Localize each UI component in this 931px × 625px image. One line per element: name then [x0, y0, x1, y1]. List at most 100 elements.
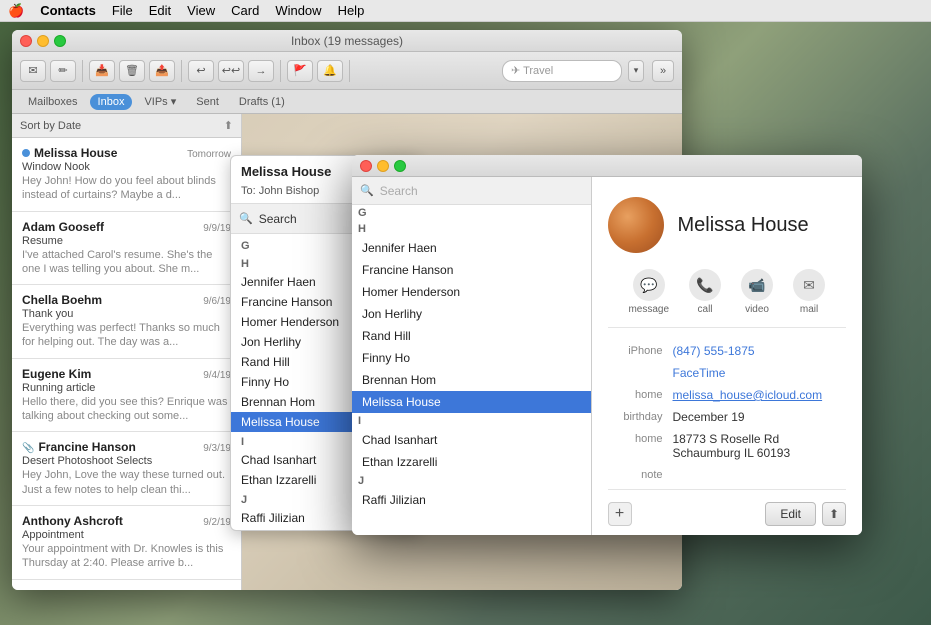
menu-file[interactable]: File: [112, 3, 133, 18]
address-line1: 18773 S Roselle Rd: [673, 432, 780, 446]
contacts-fullscreen-button[interactable]: [394, 160, 406, 172]
contacts-section-g: G: [352, 205, 591, 221]
contacts-item-jon-herlihy[interactable]: Jon Herlihy: [352, 303, 591, 325]
contact-footer: + Edit ⬆: [608, 489, 847, 526]
mail-item-melissa-house[interactable]: Melissa House Tomorrow Window Nook Hey J…: [12, 138, 241, 212]
edit-contact-button[interactable]: Edit: [765, 502, 816, 526]
note-label: note: [608, 468, 673, 481]
menu-card[interactable]: Card: [231, 3, 259, 18]
tab-mailboxes[interactable]: Mailboxes: [20, 94, 86, 110]
mail-date: 9/9/19: [203, 223, 231, 234]
mail-action[interactable]: ✉ mail: [793, 269, 825, 315]
mail-minimize-button[interactable]: [37, 35, 49, 47]
sender-name: Melissa House: [22, 146, 117, 160]
message-icon: 💬: [633, 269, 665, 301]
search-icon: 🔍: [239, 212, 253, 225]
contacts-item-melissa-house[interactable]: Melissa House: [352, 391, 591, 413]
contacts-section-j: J: [352, 473, 591, 489]
contacts-list-panel: 🔍 Search G H Jennifer Haen Francine Hans…: [352, 177, 592, 535]
contacts-item-francine-hanson[interactable]: Francine Hanson: [352, 259, 591, 281]
contacts-traffic-lights: [360, 160, 406, 172]
mail-item-adam-gooseff[interactable]: Adam Gooseff 9/9/19 Resume I've attached…: [12, 212, 241, 286]
mail-item-eliza-block[interactable]: Eliza Block 8/28/19: [12, 580, 241, 590]
menu-edit[interactable]: Edit: [149, 3, 171, 18]
email-value[interactable]: melissa_house@icloud.com: [673, 388, 847, 402]
menu-bar: 🍎 Contacts File Edit View Card Window He…: [0, 0, 931, 22]
notify-button[interactable]: 🔔: [317, 60, 343, 82]
toolbar-separator-4: [349, 60, 350, 82]
tab-vips[interactable]: VIPs ▾: [136, 93, 184, 110]
video-icon: 📹: [741, 269, 773, 301]
mail-item-francine-hanson[interactable]: 📎Francine Hanson 9/3/19 Desert Photoshoo…: [12, 432, 241, 506]
add-contact-button[interactable]: +: [608, 502, 632, 526]
phone-value[interactable]: (847) 555-1875: [673, 344, 847, 358]
move-button[interactable]: 📤: [149, 60, 175, 82]
mail-item-eugene-kim[interactable]: Eugene Kim 9/4/19 Running article Hello …: [12, 359, 241, 433]
mail-item-chella-boehm[interactable]: Chella Boehm 9/6/19 Thank you Everything…: [12, 285, 241, 359]
sender-name: Adam Gooseff: [22, 220, 104, 234]
menu-help[interactable]: Help: [338, 3, 365, 18]
reply-all-button[interactable]: ↩↩: [218, 60, 244, 82]
mail-traffic-lights: [20, 35, 66, 47]
call-icon: 📞: [689, 269, 721, 301]
sort-label[interactable]: Sort by Date: [20, 120, 81, 132]
compose-email-button[interactable]: ✉: [20, 60, 46, 82]
facetime-value[interactable]: FaceTime: [673, 366, 847, 380]
mail-preview: Everything was perfect! Thanks so much f…: [22, 321, 231, 350]
contacts-item-chad-isanhart[interactable]: Chad Isanhart: [352, 429, 591, 451]
menu-view[interactable]: View: [187, 3, 215, 18]
sender-name: Chella Boehm: [22, 293, 102, 307]
mail-preview: Hey John! How do you feel about blinds i…: [22, 174, 231, 203]
video-action[interactable]: 📹 video: [741, 269, 773, 315]
mail-titlebar: Inbox (19 messages): [12, 30, 682, 52]
contacts-item-homer-henderson[interactable]: Homer Henderson: [352, 281, 591, 303]
contact-detail-panel: Melissa House 💬 message 📞 call 📹 video ✉…: [592, 177, 863, 535]
mail-subject: Window Nook: [22, 161, 231, 173]
toolbar-overflow-button[interactable]: »: [652, 60, 674, 82]
email-row: home melissa_house@icloud.com: [608, 388, 847, 402]
address-row: home 18773 S Roselle Rd Schaumburg IL 60…: [608, 432, 847, 460]
contacts-item-finny-ho[interactable]: Finny Ho: [352, 347, 591, 369]
delete-button[interactable]: 🗑: [119, 60, 145, 82]
mail-date: 9/3/19: [203, 443, 231, 454]
contacts-minimize-button[interactable]: [377, 160, 389, 172]
mail-preview: I've attached Carol's resume. She's the …: [22, 248, 231, 277]
menu-contacts[interactable]: Contacts: [40, 3, 96, 18]
archive-button[interactable]: 📥: [89, 60, 115, 82]
contacts-window: 🔍 Search G H Jennifer Haen Francine Hans…: [352, 155, 862, 535]
mail-list: Sort by Date ⬆ Melissa House Tomorrow Wi…: [12, 114, 242, 590]
contacts-item-rand-hill[interactable]: Rand Hill: [352, 325, 591, 347]
forward-button[interactable]: →: [248, 60, 274, 82]
mail-close-button[interactable]: [20, 35, 32, 47]
mail-date: 9/6/19: [203, 296, 231, 307]
mail-preview: Hello there, did you see this? Enrique w…: [22, 395, 231, 424]
mail-search[interactable]: ✈ Travel: [502, 60, 622, 82]
mail-item-anthony-ashcroft[interactable]: Anthony Ashcroft 9/2/19 Appointment Your…: [12, 506, 241, 580]
call-action[interactable]: 📞 call: [689, 269, 721, 315]
tab-drafts[interactable]: Drafts (1): [231, 94, 293, 110]
contacts-item-jennifer-haen[interactable]: Jennifer Haen: [352, 237, 591, 259]
avatar-image: [608, 197, 664, 253]
contacts-section-h: H: [352, 221, 591, 237]
mail-fullscreen-button[interactable]: [54, 35, 66, 47]
contacts-item-ethan-izzarelli[interactable]: Ethan Izzarelli: [352, 451, 591, 473]
contacts-close-button[interactable]: [360, 160, 372, 172]
travel-dropdown[interactable]: ▾: [628, 60, 644, 82]
message-action[interactable]: 💬 message: [628, 269, 669, 315]
address-value: 18773 S Roselle Rd Schaumburg IL 60193: [673, 432, 847, 460]
mail-subject: Running article: [22, 382, 231, 394]
sender-name: Eugene Kim: [22, 367, 91, 381]
reply-button[interactable]: ↩: [188, 60, 214, 82]
contacts-item-raffi-jilizian[interactable]: Raffi Jilizian: [352, 489, 591, 511]
menu-window[interactable]: Window: [275, 3, 321, 18]
mail-date: Tomorrow: [187, 149, 231, 160]
share-contact-button[interactable]: ⬆: [822, 502, 846, 526]
apple-menu[interactable]: 🍎: [8, 3, 24, 19]
tab-sent[interactable]: Sent: [188, 94, 227, 110]
flag-button[interactable]: 🚩: [287, 60, 313, 82]
facetime-label: [608, 366, 673, 367]
new-message-button[interactable]: ✏: [50, 60, 76, 82]
tab-inbox[interactable]: Inbox: [90, 94, 133, 110]
contacts-search-input[interactable]: Search: [380, 184, 418, 198]
contacts-item-brennan-hom[interactable]: Brennan Hom: [352, 369, 591, 391]
